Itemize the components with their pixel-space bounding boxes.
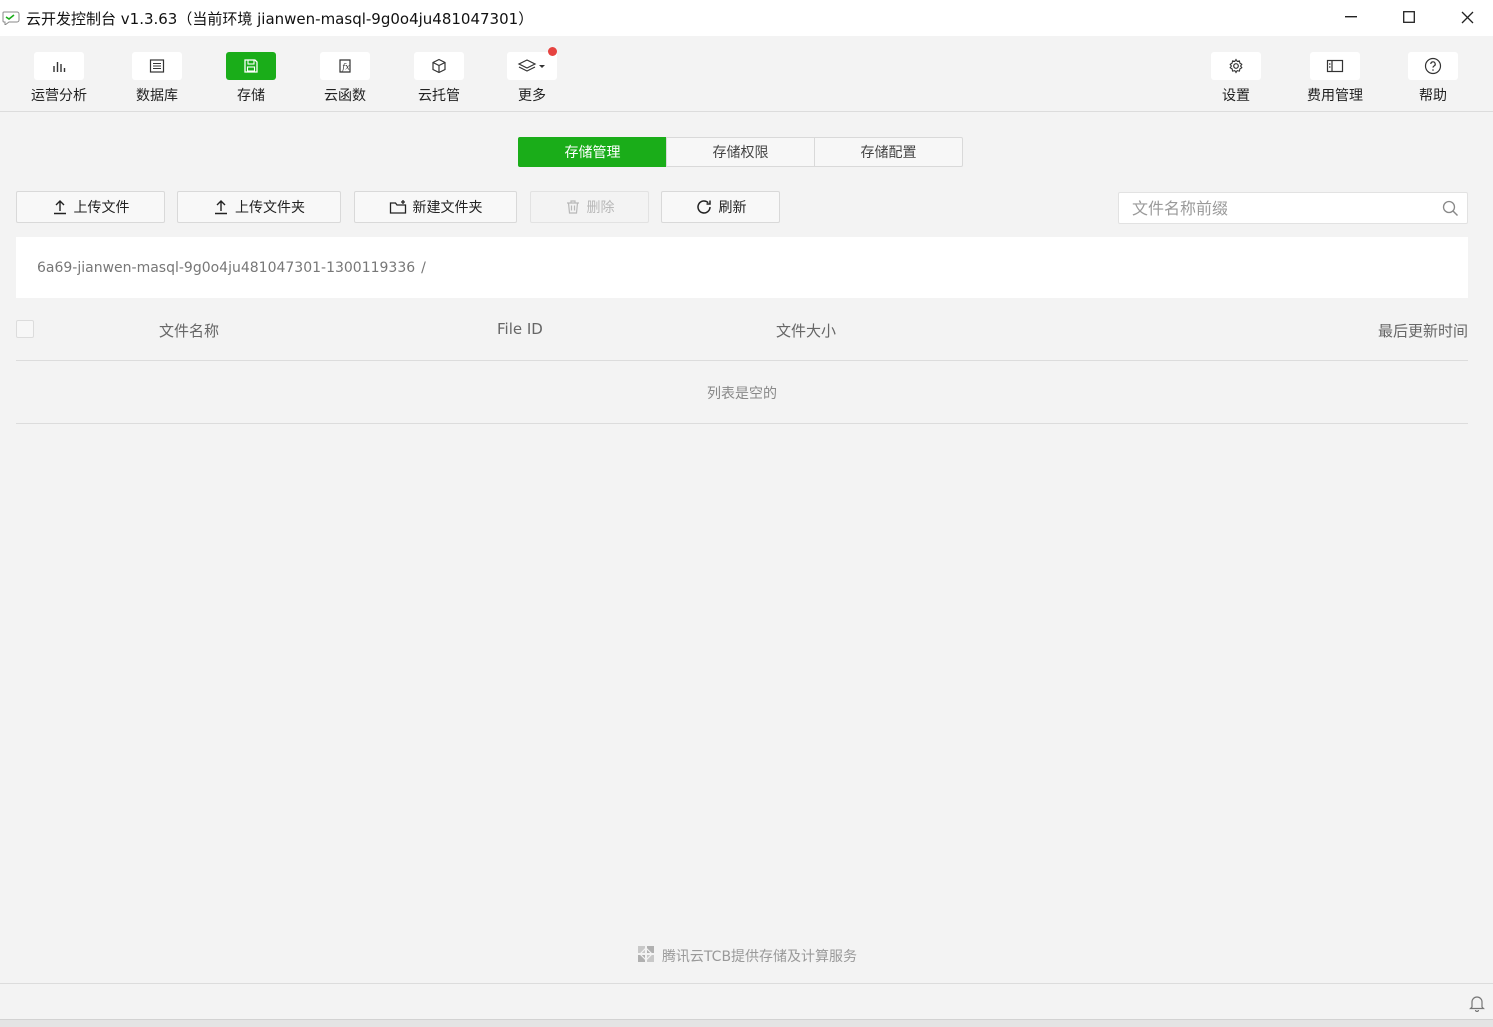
- toolbar-storage[interactable]: 存储: [211, 36, 291, 112]
- search-box: [1118, 192, 1468, 224]
- svg-text:fx: fx: [341, 63, 350, 72]
- storage-icon: [226, 52, 276, 80]
- tab-storage-config[interactable]: 存储配置: [814, 137, 963, 167]
- maximize-button[interactable]: [1380, 0, 1438, 34]
- delete-button[interactable]: 删除: [530, 191, 649, 223]
- gear-icon: [1211, 52, 1261, 80]
- toolbar-settings[interactable]: 设置: [1196, 36, 1276, 112]
- column-file-size[interactable]: 文件大小: [776, 320, 836, 341]
- toolbar-analytics[interactable]: 运营分析: [19, 36, 99, 112]
- toolbar-label: 数据库: [136, 88, 178, 104]
- toolbar-label: 帮助: [1419, 88, 1447, 104]
- search-input[interactable]: [1119, 193, 1429, 223]
- toolbar-label: 更多: [518, 88, 546, 104]
- toolbar-label: 云函数: [324, 88, 366, 104]
- breadcrumb-separator: /: [421, 259, 426, 276]
- delete-label: 删除: [586, 200, 615, 216]
- toolbar-cloud-hosting[interactable]: 云托管: [399, 36, 479, 112]
- tab-storage-management[interactable]: 存储管理: [518, 137, 667, 167]
- app-logo-icon: [2, 9, 20, 26]
- new-folder-button[interactable]: 新建文件夹: [354, 191, 517, 223]
- toolbar-more[interactable]: 更多: [492, 36, 572, 112]
- footer-note: 腾讯云TCB提供存储及计算服务: [0, 944, 1493, 968]
- upload-folder-label: 上传文件夹: [235, 200, 305, 216]
- upload-icon: [53, 200, 66, 215]
- select-all-checkbox[interactable]: [16, 320, 34, 338]
- trash-icon: [566, 200, 579, 214]
- new-folder-label: 新建文件夹: [412, 200, 483, 216]
- upload-folder-button[interactable]: 上传文件夹: [177, 191, 341, 223]
- footer-note-text: 腾讯云TCB提供存储及计算服务: [661, 949, 858, 965]
- storage-tabs: 存储管理 存储权限 存储配置: [518, 137, 963, 167]
- toolbar-label: 运营分析: [31, 88, 87, 104]
- refresh-button[interactable]: 刷新: [661, 191, 780, 223]
- window-bottom-edge: [0, 1019, 1493, 1027]
- toolbar-billing[interactable]: 费用管理: [1295, 36, 1375, 112]
- function-icon: fx: [320, 52, 370, 80]
- layers-icon: [507, 52, 557, 80]
- window-title: 云开发控制台 v1.3.63（当前环境 jianwen-masql-9g0o4j…: [26, 10, 534, 28]
- upload-icon: [215, 200, 227, 215]
- database-icon: [132, 52, 182, 80]
- toolbar-label: 设置: [1222, 88, 1250, 104]
- toolbar-cloud-function[interactable]: fx 云函数: [305, 36, 385, 112]
- notification-dot: [548, 47, 557, 56]
- toolbar-label: 云托管: [418, 88, 460, 104]
- main-toolbar: 运营分析 数据库 存储 fx 云函数 云托管 更多 设置 费用管理 帮助: [0, 36, 1493, 112]
- empty-list-message: 列表是空的: [16, 362, 1468, 424]
- close-window-button[interactable]: [1438, 0, 1493, 34]
- title-bar: 云开发控制台 v1.3.63（当前环境 jianwen-masql-9g0o4j…: [0, 0, 1493, 36]
- toolbar-label: 存储: [237, 88, 265, 104]
- cube-icon: [414, 52, 464, 80]
- help-icon: [1408, 52, 1458, 80]
- bar-chart-icon: [34, 52, 84, 80]
- column-file-id[interactable]: File ID: [497, 320, 543, 338]
- minimize-button[interactable]: [1322, 0, 1380, 34]
- search-icon[interactable]: [1442, 200, 1459, 221]
- new-folder-icon: [389, 200, 406, 214]
- upload-file-button[interactable]: 上传文件: [16, 191, 165, 223]
- column-file-name[interactable]: 文件名称: [159, 320, 219, 341]
- toolbar-database[interactable]: 数据库: [117, 36, 197, 112]
- tencent-cloud-logo-icon: [636, 944, 656, 968]
- refresh-icon: [696, 200, 711, 214]
- upload-file-label: 上传文件: [73, 200, 130, 216]
- column-last-updated[interactable]: 最后更新时间: [1378, 320, 1468, 341]
- breadcrumb-bucket[interactable]: 6a69-jianwen-masql-9g0o4ju481047301-1300…: [37, 260, 415, 276]
- tab-storage-permissions[interactable]: 存储权限: [666, 137, 815, 167]
- billing-icon: [1310, 52, 1360, 80]
- bell-icon[interactable]: [1469, 994, 1485, 1016]
- toolbar-help[interactable]: 帮助: [1393, 36, 1473, 112]
- file-table-header: 文件名称 File ID 文件大小 最后更新时间: [16, 300, 1468, 361]
- toolbar-label: 费用管理: [1307, 88, 1363, 104]
- refresh-label: 刷新: [718, 200, 747, 216]
- breadcrumb: 6a69-jianwen-masql-9g0o4ju481047301-1300…: [16, 237, 1468, 298]
